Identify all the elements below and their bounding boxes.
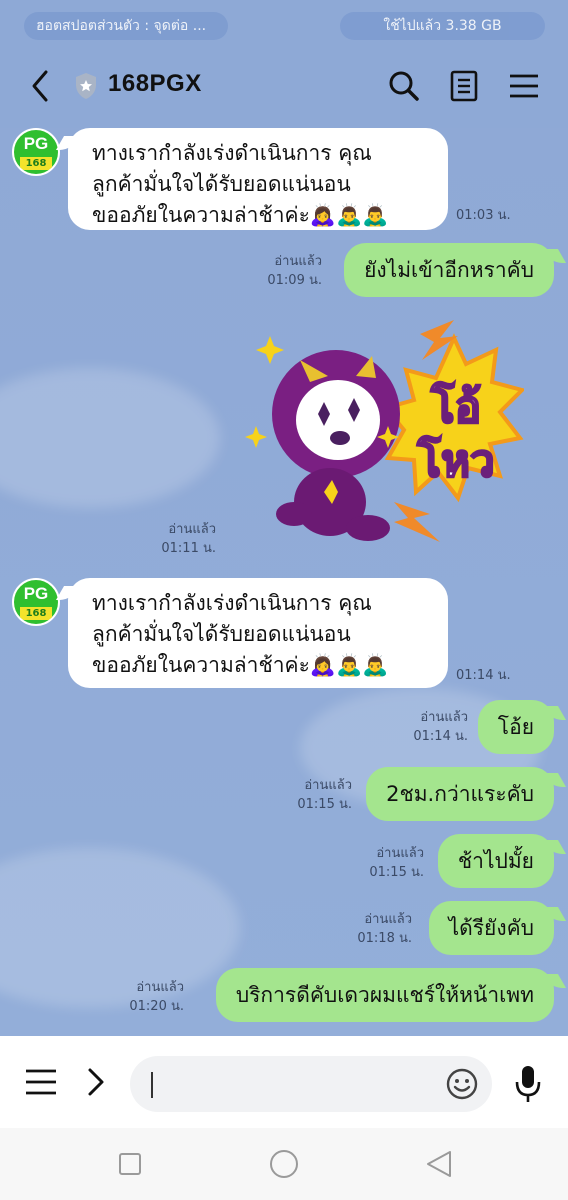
outgoing-message[interactable]: ยังไม่เข้าอีกหราคับ (344, 243, 554, 297)
background-cloud (0, 368, 220, 508)
avatar-logo-text: PG (23, 134, 49, 153)
search-icon (389, 71, 419, 101)
message-time: 01:09 น. (267, 273, 322, 288)
chat-area[interactable]: PG 168 ทางเรากำลังเร่งดำเนินการ คุณ ลูกค… (0, 128, 568, 1036)
back-button[interactable] (24, 66, 58, 106)
back-nav-button[interactable] (422, 1148, 454, 1180)
notes-icon (450, 70, 478, 102)
emoji-button[interactable] (446, 1068, 478, 1100)
avatar[interactable]: PG 168 (12, 128, 60, 176)
message-meta: อ่านแล้ว 01:09 น. (267, 252, 322, 290)
read-receipt: อ่านแล้ว (274, 254, 322, 269)
avatar[interactable]: PG 168 (12, 578, 60, 626)
menu-icon (510, 74, 538, 98)
hamburger-icon (26, 1069, 56, 1095)
text-cursor (151, 1072, 153, 1098)
incoming-message[interactable]: ทางเรากำลังเร่งดำเนินการ คุณ ลูกค้ามั่นใ… (68, 578, 448, 688)
attachments-menu-button[interactable] (24, 1068, 58, 1096)
emoji-icon (446, 1068, 478, 1100)
home-button[interactable] (268, 1148, 300, 1180)
message-time: 01:20 น. (129, 999, 184, 1014)
read-receipt: อ่านแล้ว (136, 980, 184, 995)
sticker-text-line2: โหว (416, 434, 494, 487)
message-line: ทางเรากำลังเร่งดำเนินการ คุณ (92, 591, 372, 615)
expand-button[interactable] (84, 1066, 108, 1098)
message-time: 01:14 น. (456, 668, 511, 683)
message-time: 01:03 น. (456, 208, 511, 223)
voice-message-button[interactable] (514, 1064, 542, 1104)
search-button[interactable] (386, 68, 422, 104)
avatar-logo-number: 168 (20, 607, 52, 620)
recent-apps-button[interactable] (114, 1148, 146, 1180)
shield-icon (76, 73, 96, 99)
home-icon (270, 1150, 298, 1178)
outgoing-message[interactable]: ได้รียังคับ (428, 901, 554, 955)
data-usage-status[interactable]: ใช้ไปแล้ว 3.38 GB (340, 12, 545, 40)
avatar-logo-number: 168 (20, 157, 52, 170)
oh-wow-sticker[interactable]: โอ้ โหว (244, 316, 524, 556)
background-cloud (0, 848, 240, 1008)
back-triangle-icon (427, 1151, 451, 1177)
message-time: 01:11 น. (161, 541, 216, 556)
message-input-bar (0, 1036, 568, 1128)
notes-button[interactable] (446, 68, 482, 104)
message-input[interactable] (130, 1056, 492, 1112)
menu-button[interactable] (506, 68, 542, 104)
read-receipt: อ่านแล้ว (420, 710, 468, 725)
message-time: 01:14 น. (413, 729, 468, 744)
read-receipt: อ่านแล้ว (168, 522, 216, 537)
recent-apps-icon (119, 1153, 141, 1175)
read-receipt: อ่านแล้ว (364, 912, 412, 927)
message-meta: อ่านแล้ว 01:15 น. (297, 776, 352, 814)
avatar-logo-text: PG (23, 584, 49, 603)
message-line: ลูกค้ามั่นใจได้รับยอดแน่นอน (92, 172, 351, 196)
message-line: ขออภัยในความล่าช้าค่ะ🙇‍♀️🙇‍♂️🙇‍♂️ (92, 653, 389, 677)
message-line: ลูกค้ามั่นใจได้รับยอดแน่นอน (92, 622, 351, 646)
message-meta: อ่านแล้ว 01:15 น. (369, 844, 424, 882)
message-meta: อ่านแล้ว 01:18 น. (357, 910, 412, 948)
system-navigation-bar (0, 1128, 568, 1200)
chevron-right-icon (88, 1068, 104, 1096)
read-receipt: อ่านแล้ว (304, 778, 352, 793)
message-meta: อ่านแล้ว 01:14 น. (413, 708, 468, 746)
message-time: 01:18 น. (357, 931, 412, 946)
outgoing-message[interactable]: ช้าไปมั้ย (437, 834, 554, 888)
status-bar: ฮอตสปอตส่วนตัว : จุดต่อ ... ใช้ไปแล้ว 3.… (0, 0, 568, 44)
message-line: ทางเรากำลังเร่งดำเนินการ คุณ (92, 141, 372, 165)
outgoing-message[interactable]: 2ชม.กว่าแระคับ (366, 767, 554, 821)
hotspot-status[interactable]: ฮอตสปอตส่วนตัว : จุดต่อ ... (24, 12, 228, 40)
message-line: ขออภัยในความล่าช้าค่ะ🙇‍♀️🙇‍♂️🙇‍♂️ (92, 203, 389, 227)
back-icon (32, 70, 48, 102)
microphone-icon (515, 1066, 541, 1102)
message-meta: อ่านแล้ว 01:11 น. (161, 520, 216, 558)
chat-header: 168PGX (0, 44, 568, 128)
chat-title: 168PGX (108, 70, 202, 97)
read-receipt: อ่านแล้ว (376, 846, 424, 861)
incoming-message[interactable]: ทางเรากำลังเร่งดำเนินการ คุณ ลูกค้ามั่นใ… (68, 128, 448, 230)
message-time: 01:15 น. (369, 865, 424, 880)
message-time: 01:15 น. (297, 797, 352, 812)
outgoing-message[interactable]: โอ้ย (477, 700, 554, 754)
sticker-text-line1: โอ้ (430, 380, 481, 433)
outgoing-message[interactable]: บริการดีคับเดวผมแชร์ให้หน้าเพท (215, 968, 554, 1022)
message-meta: อ่านแล้ว 01:20 น. (129, 978, 184, 1016)
